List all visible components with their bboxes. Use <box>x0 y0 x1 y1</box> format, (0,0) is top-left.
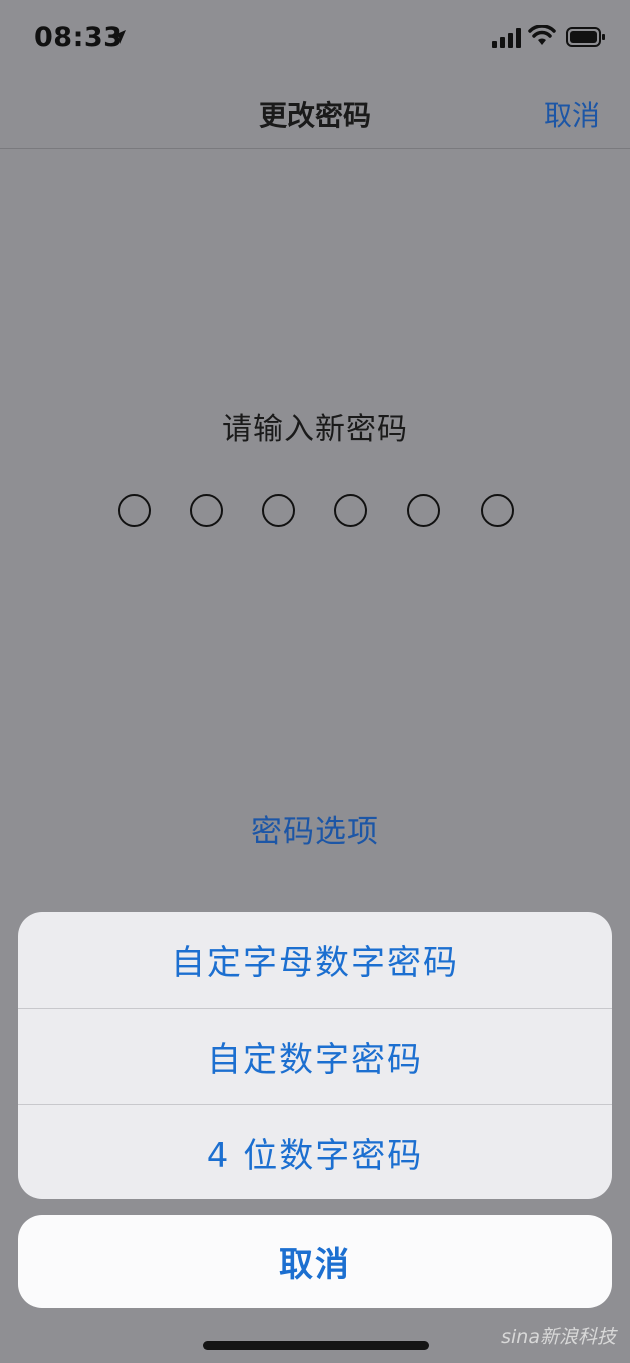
option-custom-alphanumeric[interactable]: 自定字母数字密码 <box>18 912 612 1007</box>
home-indicator[interactable] <box>203 1341 429 1350</box>
passcode-prompt: 请输入新密码 <box>222 412 408 447</box>
option-4-digit-numeric[interactable]: 4 位数字密码 <box>18 1104 612 1199</box>
sheet-cancel-button[interactable]: 取消 <box>18 1215 612 1308</box>
cellular-signal-icon <box>492 28 522 52</box>
page-title: 更改密码 <box>258 99 371 132</box>
passcode-options-link[interactable]: 密码选项 <box>0 806 630 851</box>
passcode-dot <box>118 494 151 527</box>
nav-cancel-button[interactable]: 取消 <box>544 94 600 134</box>
passcode-dot <box>481 494 514 527</box>
passcode-dot <box>262 494 295 527</box>
wifi-icon <box>528 24 556 51</box>
passcode-dot <box>190 494 223 527</box>
location-arrow-icon <box>110 28 128 50</box>
watermark-logo: sina新浪科技 <box>501 1326 616 1348</box>
passcode-dot <box>407 494 440 527</box>
passcode-dots <box>0 494 630 528</box>
passcode-dot <box>334 494 367 527</box>
navigation-bar: 更改密码 取消 <box>0 80 630 149</box>
option-custom-numeric[interactable]: 自定数字密码 <box>18 1008 612 1104</box>
passcode-options-sheet: 自定字母数字密码 自定数字密码 4 位数字密码 <box>18 912 612 1199</box>
status-bar: 08:33 <box>0 0 630 80</box>
battery-icon <box>566 27 606 51</box>
